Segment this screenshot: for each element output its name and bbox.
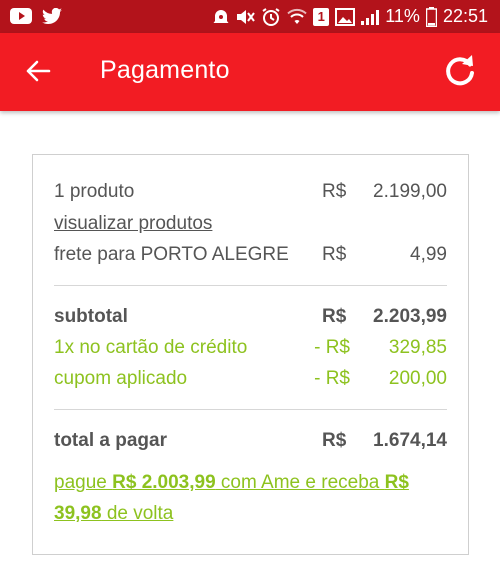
status-bar: 1 11% 22:51 — [0, 0, 500, 33]
subtotal-currency: R$ — [322, 306, 347, 327]
youtube-icon — [10, 8, 32, 24]
mute-icon — [235, 8, 256, 26]
image-icon — [335, 7, 356, 26]
view-products-link[interactable]: visualizar produtos — [54, 213, 212, 235]
ame-pay-amount: R$ 2.003,99 — [112, 472, 216, 493]
shipping-currency: R$ — [322, 244, 347, 265]
twitter-icon — [42, 8, 62, 24]
signal-icon — [361, 9, 380, 25]
subtotal-row: subtotal R$ 2.203,99 — [54, 306, 447, 334]
coupon-currency: - R$ — [314, 368, 350, 389]
status-right-icons: 1 11% 22:51 — [213, 0, 488, 33]
products-label: 1 produto — [54, 181, 135, 202]
shipping-label: frete para PORTO ALEGRE — [54, 244, 289, 265]
status-left-icons — [10, 6, 62, 26]
coupon-value: 200,00 — [388, 368, 447, 389]
clock-time: 22:51 — [442, 6, 488, 26]
products-value: 2.199,00 — [373, 181, 447, 202]
credit-card-label: 1x no cartão de crédito — [54, 337, 248, 358]
total-row: total a pagar R$ 1.674,14 — [54, 430, 447, 458]
products-row: 1 produto R$ 2.199,00 — [54, 181, 447, 209]
divider — [54, 409, 447, 410]
credit-card-value: 329,85 — [388, 337, 447, 358]
wifi-icon — [287, 8, 307, 26]
ame-offer-text: pague — [54, 472, 113, 493]
total-label: total a pagar — [54, 430, 167, 451]
subtotal-label: subtotal — [54, 306, 128, 327]
divider — [54, 285, 447, 286]
total-currency: R$ — [322, 430, 347, 451]
alarm-badge-icon — [213, 8, 229, 26]
battery-icon — [425, 6, 437, 27]
refresh-button[interactable] — [440, 53, 480, 93]
app-bar: Pagamento — [0, 33, 500, 111]
credit-card-discount-row: 1x no cartão de crédito - R$ 329,85 — [54, 337, 447, 365]
page-title: Pagamento — [100, 56, 230, 84]
arrow-left-icon — [25, 60, 51, 87]
coupon-row: cupom aplicado - R$ 200,00 — [54, 368, 447, 396]
refresh-icon — [443, 54, 477, 93]
products-currency: R$ — [322, 181, 347, 202]
notification-badge: 1 — [313, 7, 330, 26]
credit-card-currency: - R$ — [314, 337, 350, 358]
coupon-label: cupom aplicado — [54, 368, 188, 389]
subtotal-value: 2.203,99 — [373, 306, 447, 327]
back-button[interactable] — [20, 55, 56, 91]
battery-percent: 11% — [385, 6, 420, 26]
ame-offer-text: com Ame e receba — [215, 472, 385, 493]
ame-cashback-offer-link[interactable]: pague R$ 2.003,99 com Ame e receba R$ 39… — [54, 467, 448, 529]
ame-offer-text: de volta — [101, 503, 174, 524]
alarm-clock-icon — [261, 7, 281, 27]
shipping-row: frete para PORTO ALEGRE R$ 4,99 — [54, 244, 447, 272]
order-summary-card: 1 produto R$ 2.199,00 visualizar produto… — [32, 154, 469, 555]
shipping-value: 4,99 — [410, 244, 447, 265]
total-value: 1.674,14 — [373, 430, 447, 451]
